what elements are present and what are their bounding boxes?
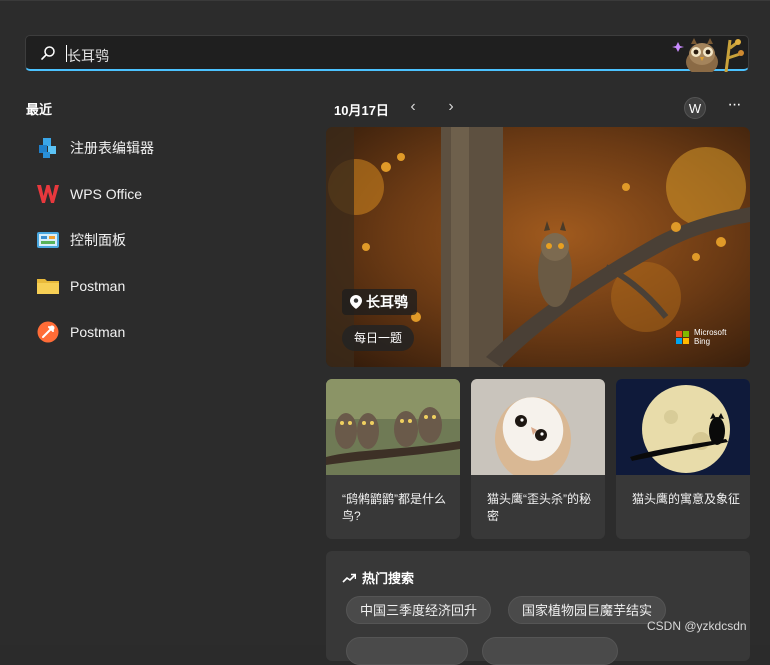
- trending-title-label: 热门搜索: [362, 571, 415, 586]
- article-caption: 猫头鹰的寓意及象征: [632, 492, 741, 506]
- wps-office-icon: [36, 182, 60, 206]
- chevron-right-icon[interactable]: ›: [441, 97, 461, 117]
- avatar[interactable]: W: [684, 97, 706, 119]
- folder-icon: [36, 274, 60, 298]
- trending-up-icon: [342, 573, 356, 583]
- location-tag-label: 长耳鸮: [366, 294, 408, 310]
- app-label: Postman: [70, 324, 126, 340]
- trending-pill[interactable]: 中国三季度经济回升: [346, 596, 492, 624]
- hero-image-card[interactable]: 长耳鸮 每日一题 Microsoft Bing: [326, 127, 750, 367]
- trending-searches-panel: 热门搜索 中国三季度经济回升 国家植物园巨魔芋结实: [326, 551, 750, 665]
- microsoft-bing-logo: Microsoft Bing: [676, 328, 726, 346]
- daily-quiz-button[interactable]: 每日一题: [342, 325, 415, 351]
- registry-editor-icon: [36, 136, 60, 160]
- app-item-control-panel[interactable]: 控制面板: [26, 217, 286, 263]
- owl-moon-image: [616, 379, 750, 475]
- trending-pill[interactable]: [482, 637, 618, 665]
- recent-app-list: 注册表编辑器 WPS Office 控制面板 Postman Postman: [26, 125, 286, 355]
- app-item-postman[interactable]: Postman: [26, 309, 286, 355]
- app-label: WPS Office: [70, 186, 143, 202]
- search-input[interactable]: 长耳鸮: [67, 46, 109, 66]
- brand-line2: Bing: [694, 337, 711, 346]
- brand-line1: Microsoft: [694, 328, 727, 337]
- article-card[interactable]: 猫头鹰“歪头杀”的秘密: [471, 379, 605, 539]
- app-label: 控制面板: [70, 232, 126, 248]
- chevron-left-icon[interactable]: ‹: [403, 97, 423, 117]
- search-box[interactable]: 长耳鸮: [25, 35, 749, 72]
- location-pin-icon: [350, 295, 362, 309]
- app-item-postman-folder[interactable]: Postman: [26, 263, 286, 309]
- article-caption: 猫头鹰“歪头杀”的秘密: [487, 492, 591, 523]
- trending-pill[interactable]: 国家植物园巨魔芋结实: [508, 596, 667, 624]
- article-card[interactable]: 猫头鹰的寓意及象征: [616, 379, 750, 539]
- owl-doodle-icon[interactable]: [668, 36, 748, 72]
- more-options-icon[interactable]: ···: [724, 97, 744, 117]
- postman-icon: [36, 320, 60, 344]
- recent-section-title: 最近: [26, 102, 53, 117]
- search-icon: [41, 46, 55, 60]
- start-menu-panel: 长耳鸮 最近 注册表编辑器 WPS Office 控制面板 Postman Po…: [0, 0, 770, 665]
- date-label: 10月17日: [334, 103, 389, 118]
- microsoft-logo-icon: [676, 330, 689, 344]
- location-tag[interactable]: 长耳鸮: [342, 289, 417, 315]
- trending-pill[interactable]: [346, 637, 468, 665]
- app-item-registry-editor[interactable]: 注册表编辑器: [26, 125, 286, 171]
- control-panel-icon: [36, 228, 60, 252]
- article-caption: “鸱鸺鹠鹠”都是什么鸟?: [342, 492, 446, 523]
- barn-owl-image: [471, 379, 605, 475]
- app-item-wps-office[interactable]: WPS Office: [26, 171, 286, 217]
- owls-on-branch-image: [326, 379, 460, 475]
- watermark: CSDN @yzkdcsdn: [647, 619, 747, 633]
- app-label: Postman: [70, 278, 126, 294]
- app-label: 注册表编辑器: [70, 140, 154, 156]
- trending-title: 热门搜索: [342, 568, 414, 587]
- article-card[interactable]: “鸱鸺鹠鹠”都是什么鸟?: [326, 379, 460, 539]
